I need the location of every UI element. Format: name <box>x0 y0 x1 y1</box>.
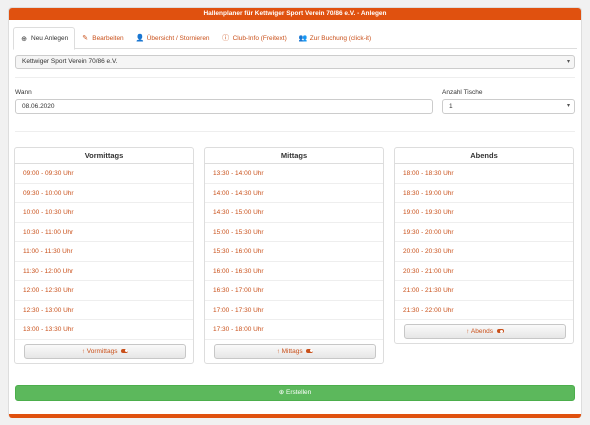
plus-circle-icon: ⊕ <box>21 35 27 43</box>
time-slot[interactable]: 19:30 - 20:00 Uhr <box>395 223 573 242</box>
time-slot[interactable]: 14:30 - 15:00 Uhr <box>205 203 383 223</box>
chevron-down-icon: ▾ <box>566 103 570 109</box>
divider <box>15 131 575 132</box>
main-panel: Hallenplaner für Kettwiger Sport Verein … <box>8 7 582 418</box>
time-slot[interactable]: 13:00 - 13:30 Uhr <box>15 320 193 340</box>
footer-bar <box>9 414 581 418</box>
time-slot[interactable]: 13:30 - 14:00 Uhr <box>205 164 383 184</box>
toggle-icon <box>496 329 504 334</box>
time-slot[interactable]: 11:00 - 11:30 Uhr <box>15 242 193 262</box>
arrow-up-icon: ↑ <box>466 328 470 335</box>
time-slot[interactable]: 12:00 - 12:30 Uhr <box>15 281 193 301</box>
time-slot[interactable]: 11:30 - 12:00 Uhr <box>15 262 193 281</box>
tab-neu-anlegen[interactable]: ⊕ Neu Anlegen <box>13 27 76 50</box>
panel-title: Mittags <box>205 148 383 164</box>
tab-zur-buchung[interactable]: 👥 Zur Buchung (click-it) <box>293 27 377 49</box>
tab-uebersicht[interactable]: 👤 Übersicht / Stornieren <box>130 27 216 49</box>
tab-bearbeiten[interactable]: ✎ Bearbeiten <box>75 27 129 49</box>
panel-title: Abends <box>395 148 573 164</box>
tab-label: Neu Anlegen <box>31 35 69 42</box>
user-minus-icon: 👤 <box>135 35 145 42</box>
date-input-value: 08.06.2020 <box>22 103 55 110</box>
chevron-down-icon: ▾ <box>566 59 570 65</box>
panel-footer: ↑ Mittags <box>205 340 383 363</box>
panel-vormittags: Vormittags 09:00 - 09:30 Uhr 09:30 - 10:… <box>14 147 194 364</box>
time-slot[interactable]: 17:00 - 17:30 Uhr <box>205 301 383 320</box>
time-slot[interactable]: 09:00 - 09:30 Uhr <box>15 164 193 184</box>
create-button[interactable]: ⊕ Erstellen <box>15 385 575 401</box>
time-slot[interactable]: 15:00 - 15:30 Uhr <box>205 223 383 242</box>
panel-title: Vormittags <box>15 148 193 164</box>
toggle-icon <box>306 348 314 353</box>
tables-select-value: 1 <box>449 103 453 110</box>
date-input[interactable]: 08.06.2020 <box>15 99 433 114</box>
time-slot[interactable]: 14:00 - 14:30 Uhr <box>205 184 383 203</box>
mittags-toggle-button[interactable]: ↑ Mittags <box>214 343 376 359</box>
time-slot[interactable]: 09:30 - 10:00 Uhr <box>15 184 193 203</box>
tab-club-info[interactable]: ⓘ Club-Info (Freitext) <box>216 27 293 49</box>
panel-footer: ↑ Abends <box>395 320 573 343</box>
tab-bar: ⊕ Neu Anlegen ✎ Bearbeiten 👤 Übersicht /… <box>13 27 577 50</box>
time-slot[interactable]: 10:00 - 10:30 Uhr <box>15 203 193 223</box>
button-label: Abends <box>470 328 493 335</box>
time-slot[interactable]: 17:30 - 18:00 Uhr <box>205 320 383 340</box>
tables-label: Anzahl Tische <box>442 89 483 96</box>
time-slot[interactable]: 12:30 - 13:00 Uhr <box>15 301 193 320</box>
tab-label: Übersicht / Stornieren <box>146 34 210 42</box>
time-slot[interactable]: 16:00 - 16:30 Uhr <box>205 262 383 281</box>
tab-label: Zur Buchung (click-it) <box>309 34 372 42</box>
time-slot[interactable]: 10:30 - 11:00 Uhr <box>15 223 193 242</box>
panel-mittags: Mittags 13:30 - 14:00 Uhr 14:00 - 14:30 … <box>204 147 384 364</box>
time-slot[interactable]: 18:30 - 19:00 Uhr <box>395 184 573 203</box>
time-slot[interactable]: 19:00 - 19:30 Uhr <box>395 203 573 223</box>
arrow-up-icon: ↑ <box>276 347 280 355</box>
time-slot[interactable]: 20:30 - 21:00 Uhr <box>395 262 573 281</box>
divider <box>15 77 575 78</box>
time-slot[interactable]: 18:00 - 18:30 Uhr <box>395 164 573 184</box>
time-slot[interactable]: 21:30 - 22:00 Uhr <box>395 301 573 320</box>
toggle-icon <box>121 348 129 353</box>
club-select[interactable]: Kettwiger Sport Verein 70/86 e.V. ▾ <box>15 55 575 69</box>
tab-label: Bearbeiten <box>92 34 124 42</box>
tab-label: Club-Info (Freitext) <box>232 34 287 42</box>
time-slot[interactable]: 16:30 - 17:00 Uhr <box>205 281 383 301</box>
edit-icon: ✎ <box>82 35 89 42</box>
club-select-value: Kettwiger Sport Verein 70/86 e.V. <box>22 58 118 65</box>
plus-circle-icon: ⊕ <box>278 389 285 396</box>
time-slot[interactable]: 20:00 - 20:30 Uhr <box>395 242 573 262</box>
time-slot[interactable]: 21:00 - 21:30 Uhr <box>395 281 573 301</box>
panel-abends: Abends 18:00 - 18:30 Uhr 18:30 - 19:00 U… <box>394 147 574 344</box>
time-slot[interactable]: 15:30 - 16:00 Uhr <box>205 242 383 262</box>
page-title: Hallenplaner für Kettwiger Sport Verein … <box>9 8 581 20</box>
wann-label: Wann <box>15 89 32 96</box>
button-label: Mittags <box>281 347 303 355</box>
tables-select[interactable]: 1 ▾ <box>442 99 575 114</box>
vormittags-toggle-button[interactable]: ↑ Vormittags <box>24 343 186 359</box>
arrow-up-icon: ↑ <box>81 347 85 355</box>
button-label: Vormittags <box>86 347 118 355</box>
info-icon: ⓘ <box>222 35 230 42</box>
panel-footer: ↑ Vormittags <box>15 340 193 363</box>
users-icon: 👥 <box>298 35 308 42</box>
abends-toggle-button[interactable]: ↑ Abends <box>404 324 566 339</box>
button-label: Erstellen <box>285 389 312 396</box>
